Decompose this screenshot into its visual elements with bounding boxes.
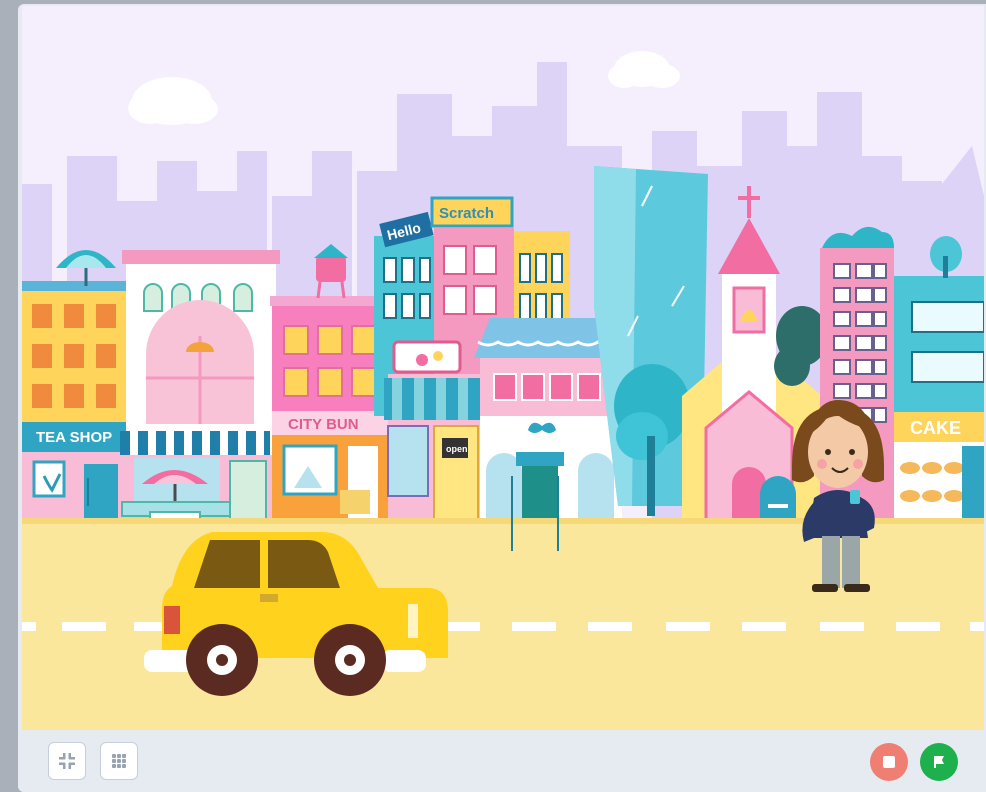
- open-sign: open: [446, 444, 468, 454]
- stage-controls-bar: [18, 730, 986, 792]
- tea-shop-sign: TEA SHOP: [36, 429, 112, 446]
- cake-sign: CAKE: [910, 418, 961, 438]
- exit-fullscreen-button[interactable]: [48, 742, 86, 780]
- green-flag-icon: [934, 756, 944, 768]
- stage-canvas[interactable]: TEA SHOP CITY BUN Hello Scratch open CAK…: [22, 6, 984, 730]
- small-stage-button[interactable]: [100, 742, 138, 780]
- tea-shop-building: TEA SHOP: [22, 250, 130, 521]
- green-flag-button[interactable]: [920, 743, 958, 781]
- stop-icon: [883, 756, 895, 768]
- stage-player: TEA SHOP CITY BUN Hello Scratch open CAK…: [18, 4, 986, 792]
- cake-shop-building: CAKE: [894, 236, 984, 524]
- exit-fullscreen-icon: [59, 753, 75, 769]
- cafe-building: [120, 250, 280, 529]
- scratch-sign: Scratch: [439, 205, 494, 222]
- city-bun-sign: CITY BUN: [288, 416, 359, 433]
- small-stage-grid-icon: [112, 754, 126, 768]
- stop-button[interactable]: [870, 743, 908, 781]
